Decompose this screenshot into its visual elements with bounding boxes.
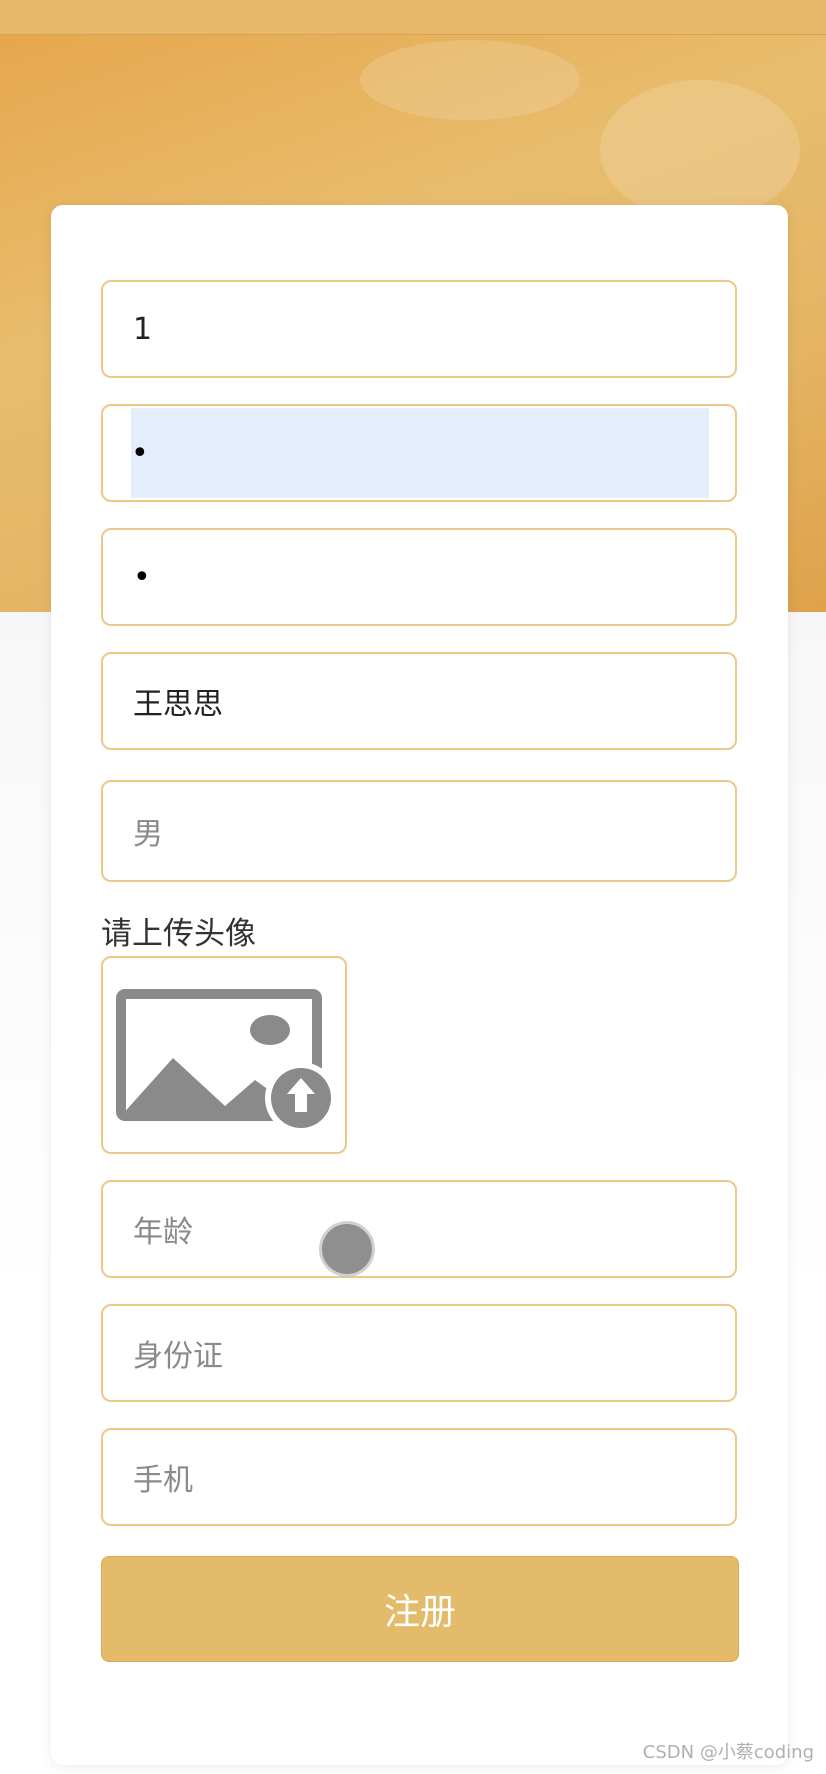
image-upload-icon xyxy=(116,989,335,1128)
watermark: CSDN @小蔡coding xyxy=(642,1742,814,1763)
upload-label: 请上传头像 xyxy=(101,916,256,952)
username-value: 1 xyxy=(133,311,153,347)
touch-cursor xyxy=(322,1224,372,1274)
confirm-password-field[interactable]: • xyxy=(101,528,737,626)
gender-field[interactable]: 男 xyxy=(101,780,737,882)
id-card-field[interactable]: 身份证 xyxy=(101,1304,737,1402)
username-field[interactable]: 1 xyxy=(101,280,737,378)
confirm-password-value: • xyxy=(133,559,151,595)
name-field[interactable]: 王思思 xyxy=(101,652,737,750)
background-decoration xyxy=(360,40,580,120)
gender-placeholder: 男 xyxy=(133,817,163,852)
age-field[interactable]: 年龄 xyxy=(101,1180,737,1278)
text-selection: • xyxy=(131,408,709,498)
name-value: 王思思 xyxy=(133,687,223,722)
top-bar xyxy=(0,0,826,35)
background-decoration xyxy=(600,80,800,220)
age-placeholder: 年龄 xyxy=(133,1215,193,1250)
avatar-upload[interactable] xyxy=(101,956,347,1154)
phone-field[interactable]: 手机 xyxy=(101,1428,737,1526)
phone-placeholder: 手机 xyxy=(133,1463,193,1498)
register-button[interactable]: 注册 xyxy=(101,1556,739,1662)
password-value: • xyxy=(131,435,149,471)
id-card-placeholder: 身份证 xyxy=(133,1339,223,1374)
